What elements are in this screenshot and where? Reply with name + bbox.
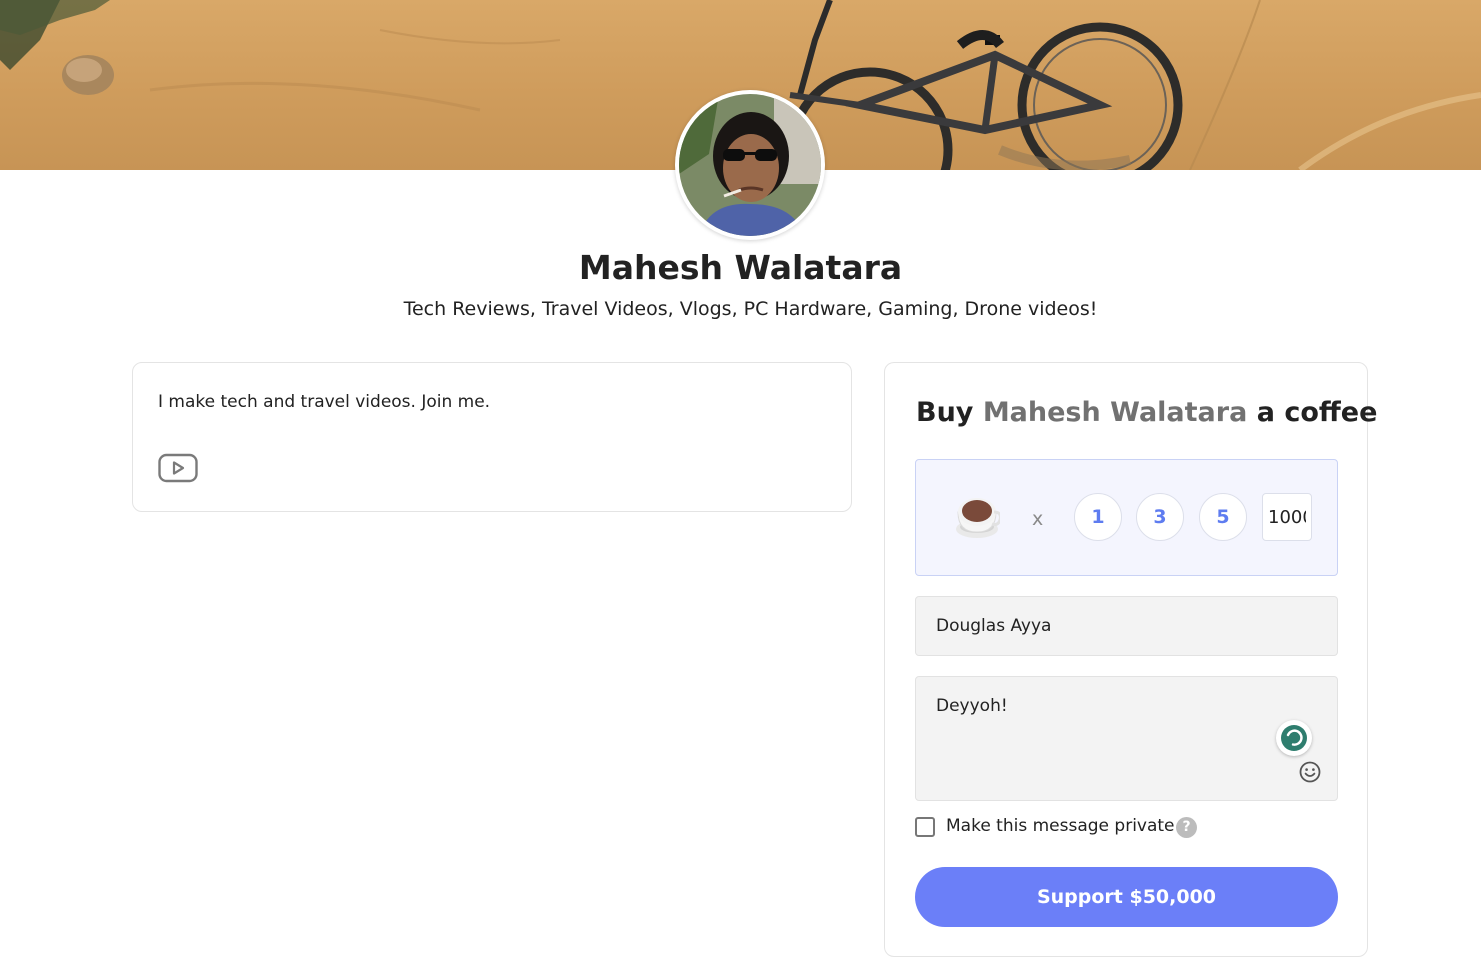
support-title-creator: Mahesh Walatara: [982, 397, 1248, 428]
private-message-checkbox[interactable]: [915, 817, 935, 837]
message-input[interactable]: Deyyoh!: [916, 677, 1337, 800]
help-icon[interactable]: ?: [1176, 817, 1197, 838]
private-message-label[interactable]: Make this message private: [946, 816, 1175, 836]
creator-name: Mahesh Walatara: [578, 248, 903, 287]
about-text: I make tech and travel videos. Join me.: [158, 392, 491, 412]
support-title: Buy Mahesh Walatara a coffee: [916, 397, 1377, 428]
avatar: [675, 90, 825, 240]
youtube-icon[interactable]: [158, 453, 198, 483]
quantity-option-1[interactable]: 1: [1074, 493, 1122, 541]
coffee-cup-icon: [954, 494, 1002, 544]
support-title-suffix: a coffee: [1256, 397, 1378, 428]
grammar-assistant-icon[interactable]: [1276, 720, 1312, 756]
coffee-quantity-picker: x 1 3 5: [915, 459, 1338, 576]
custom-quantity-input[interactable]: [1262, 493, 1312, 541]
times-symbol: x: [1032, 508, 1044, 530]
creator-tagline: Tech Reviews, Travel Videos, Vlogs, PC H…: [403, 298, 1098, 320]
quantity-option-5[interactable]: 5: [1199, 493, 1247, 541]
supporter-name-input[interactable]: [915, 596, 1338, 656]
support-button[interactable]: Support $50,000: [915, 867, 1338, 927]
private-message-row: Make this message private ?: [915, 816, 1338, 840]
support-title-prefix: Buy: [916, 397, 974, 428]
message-field: Deyyoh!: [915, 676, 1338, 801]
emoji-icon[interactable]: [1298, 760, 1322, 784]
avatar-photo: [679, 94, 821, 236]
about-card: I make tech and travel videos. Join me.: [132, 362, 852, 512]
support-card: Buy Mahesh Walatara a coffee x 1 3 5 Dey…: [884, 362, 1377, 957]
quantity-option-3[interactable]: 3: [1136, 493, 1184, 541]
